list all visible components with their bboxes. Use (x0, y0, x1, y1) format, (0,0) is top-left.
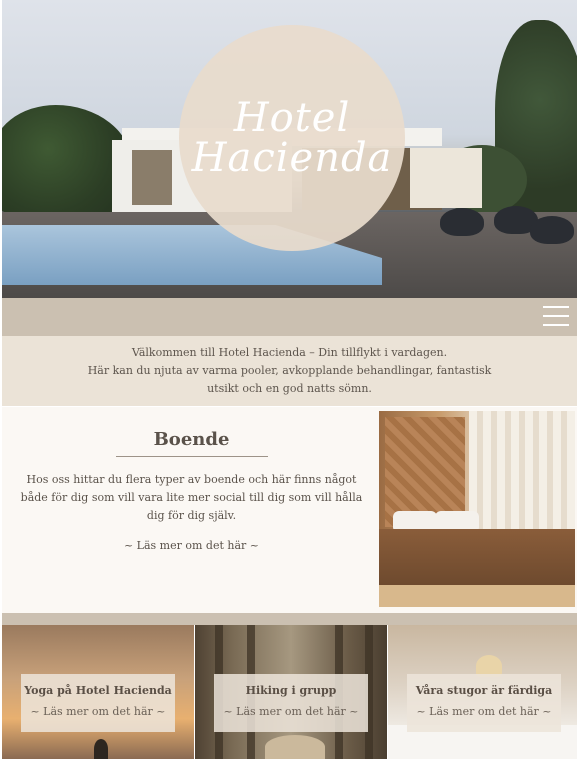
card-caption: Våra stugor är färdiga ~ Läs mer om det … (407, 674, 561, 732)
section-separator (2, 613, 577, 625)
page: Hotel Hacienda Välkommen till Hotel Haci… (2, 0, 577, 759)
hamburger-menu-icon[interactable] (543, 306, 569, 328)
welcome-section: Välkommen till Hotel Hacienda – Din till… (2, 336, 577, 406)
forest-path (265, 735, 325, 759)
card-caption: Hiking i grupp ~ Läs mer om det här ~ (214, 674, 368, 732)
bedroom-photo (379, 411, 575, 607)
logo-text-line1: Hotel (233, 95, 351, 141)
boende-read-more-link[interactable]: ~ Läs mer om det här ~ (14, 539, 369, 552)
yoga-figure (94, 739, 108, 759)
welcome-line-1: Välkommen till Hotel Hacienda – Din till… (131, 346, 448, 359)
card-yoga[interactable]: Yoga på Hotel Hacienda ~ Läs mer om det … (2, 625, 194, 759)
boende-description: Hos oss hittar du flera typer av boende … (20, 473, 363, 522)
hotel-logo[interactable]: Hotel Hacienda (179, 25, 405, 251)
hamburger-line (543, 315, 569, 317)
card-hiking[interactable]: Hiking i grupp ~ Läs mer om det här ~ (195, 625, 387, 759)
card-caption: Yoga på Hotel Hacienda ~ Läs mer om det … (21, 674, 175, 732)
title-underline (115, 456, 268, 457)
welcome-line-3: utsikt och en god natts sömn. (207, 382, 372, 395)
activity-cards: Yoga på Hotel Hacienda ~ Läs mer om det … (2, 625, 577, 759)
hero-chair (530, 216, 574, 244)
hero-house-glass-right (410, 148, 482, 208)
card-read-more-link[interactable]: ~ Läs mer om det här ~ (407, 705, 561, 718)
card-read-more-link[interactable]: ~ Läs mer om det här ~ (214, 705, 368, 718)
card-title: Våra stugor är färdiga (415, 684, 553, 697)
welcome-line-2: Här kan du njuta av varma pooler, avkopp… (87, 364, 492, 377)
hero-image: Hotel Hacienda (2, 0, 577, 298)
boende-title: Boende (153, 429, 230, 450)
card-title: Yoga på Hotel Hacienda (24, 684, 172, 697)
bedroom-bed (379, 529, 575, 585)
bedroom-floor (379, 585, 575, 607)
hamburger-line (543, 324, 569, 326)
nav-bar (2, 298, 577, 336)
boende-text-block: Boende Hos oss hittar du flera typer av … (14, 429, 369, 552)
hero-house-window (132, 150, 172, 205)
card-title: Hiking i grupp (245, 684, 337, 697)
hero-chair (440, 208, 484, 236)
card-read-more-link[interactable]: ~ Läs mer om det här ~ (21, 705, 175, 718)
logo-text-line2: Hacienda (191, 135, 393, 181)
boende-section: Boende Hos oss hittar du flera typer av … (2, 407, 577, 613)
bedroom-curtain (469, 411, 575, 541)
hamburger-line (543, 306, 569, 308)
card-cabins[interactable]: Våra stugor är färdiga ~ Läs mer om det … (388, 625, 577, 759)
